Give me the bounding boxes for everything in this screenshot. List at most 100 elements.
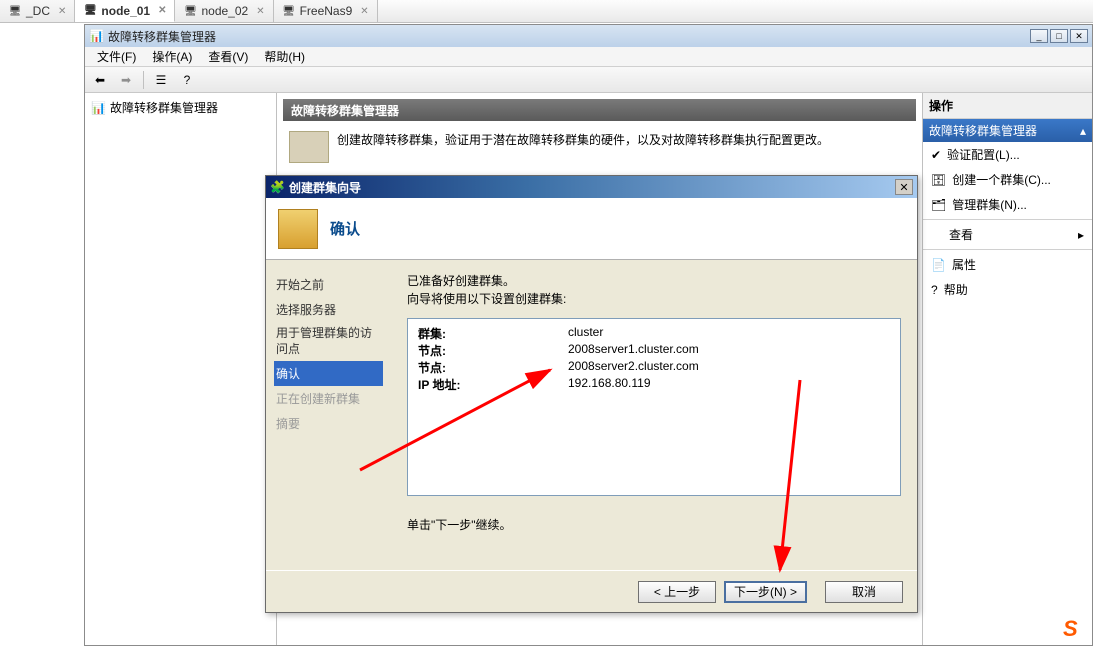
forward-button[interactable]: ➡ (115, 69, 137, 91)
settings-box[interactable]: 群集: cluster 节点: 2008server1.cluster.com … (407, 318, 901, 496)
step-select-servers[interactable]: 选择服务器 (274, 297, 383, 322)
action-label: 创建一个群集(C)... (952, 171, 1051, 188)
tab-node01[interactable]: 🖥 node_01 ✕ (75, 0, 175, 22)
wizard-close-button[interactable]: ✕ (895, 179, 913, 195)
sogou-icon: S (1063, 616, 1089, 642)
wizard-icon: 🧩 (270, 180, 285, 194)
action-validate[interactable]: ✔ 验证配置(L)... (923, 142, 1092, 167)
action-view[interactable]: 查看 ▸ (923, 222, 1092, 247)
action-manage-cluster[interactable]: 🗂 管理群集(N)... (923, 192, 1092, 217)
close-icon[interactable]: ✕ (360, 6, 368, 17)
center-header: 故障转移群集管理器 (283, 99, 916, 121)
tab-freenas9[interactable]: 🖥 FreeNas9 ✕ (274, 0, 378, 22)
cluster-icon: 🗄 (931, 173, 946, 187)
tree-root[interactable]: 📊 故障转移群集管理器 (89, 97, 272, 118)
row-node1: 节点: 2008server1.cluster.com (418, 342, 890, 359)
show-hide-button[interactable]: ☰ (150, 69, 172, 91)
vm-icon: 🖥 (183, 4, 197, 18)
row-ip: IP 地址: 192.168.80.119 (418, 376, 890, 393)
check-icon: ✔ (931, 148, 941, 162)
wizard-buttons: < 上一步 下一步(N) > 取消 (266, 570, 917, 612)
next-button[interactable]: 下一步(N) > (724, 581, 807, 603)
actions-pane: 操作 故障转移群集管理器 ▴ ✔ 验证配置(L)... 🗄 创建一个群集(C).… (922, 93, 1092, 645)
menubar: 文件(F) 操作(A) 查看(V) 帮助(H) (85, 47, 1092, 67)
separator (923, 219, 1092, 220)
chevron-up-icon[interactable]: ▴ (1080, 124, 1086, 138)
step-access-point[interactable]: 用于管理群集的访问点 (274, 322, 383, 361)
step-confirm[interactable]: 确认 (274, 361, 383, 386)
separator (143, 71, 144, 89)
intro-line1: 已准备好创建群集。 (407, 272, 901, 290)
props-icon: 📄 (931, 258, 946, 272)
vm-icon: 🖥 (282, 4, 296, 18)
close-icon[interactable]: ✕ (256, 6, 264, 17)
row-node2: 节点: 2008server2.cluster.com (418, 359, 890, 376)
minimize-button[interactable]: _ (1030, 29, 1048, 43)
menu-file[interactable]: 文件(F) (91, 46, 142, 67)
step-summary: 摘要 (274, 411, 383, 436)
menu-view[interactable]: 查看(V) (202, 46, 254, 67)
tab-label: FreeNas9 (300, 4, 353, 18)
cluster-icon: 📊 (91, 101, 106, 115)
wizard-hint: 单击"下一步"继续。 (407, 516, 901, 533)
servers-icon (289, 131, 329, 163)
action-label: 验证配置(L)... (947, 146, 1020, 163)
separator (923, 249, 1092, 250)
vm-icon: 🖥 (8, 4, 22, 18)
wizard-main: 已准备好创建群集。 向导将使用以下设置创建群集: 群集: cluster 节点:… (391, 260, 917, 570)
close-button[interactable]: ✕ (1070, 29, 1088, 43)
row-value: cluster (568, 325, 890, 342)
close-icon[interactable]: ✕ (158, 5, 166, 16)
window-title: 故障转移群集管理器 (108, 28, 216, 45)
row-key: IP 地址: (418, 376, 568, 393)
menu-help[interactable]: 帮助(H) (258, 46, 311, 67)
tab-label: node_02 (201, 4, 248, 18)
intro-line2: 向导将使用以下设置创建群集: (407, 290, 901, 308)
close-icon[interactable]: ✕ (58, 6, 66, 17)
tab-dc[interactable]: 🖥 _DC ✕ (0, 0, 75, 22)
action-label: 管理群集(N)... (952, 196, 1027, 213)
back-button[interactable]: < 上一步 (638, 581, 716, 603)
help-icon: ? (931, 283, 938, 297)
row-value: 192.168.80.119 (568, 376, 890, 393)
action-properties[interactable]: 📄 属性 (923, 252, 1092, 277)
action-label: 帮助 (944, 281, 968, 298)
wizard-header: 确认 (266, 198, 917, 260)
wizard-titlebar[interactable]: 🧩 创建群集向导 ✕ (266, 176, 917, 198)
vm-icon: 🖥 (83, 4, 97, 18)
back-button[interactable]: ⬅ (89, 69, 111, 91)
tab-label: node_01 (101, 4, 150, 18)
step-begin[interactable]: 开始之前 (274, 272, 383, 297)
row-key: 节点: (418, 359, 568, 376)
center-description: 创建故障转移群集，验证用于潜在故障转移群集的硬件，以及对故障转移群集执行配置更改… (337, 131, 829, 163)
tab-node02[interactable]: 🖥 node_02 ✕ (175, 0, 273, 22)
row-key: 群集: (418, 325, 568, 342)
action-label: 属性 (952, 256, 976, 273)
maximize-button[interactable]: □ (1050, 29, 1068, 43)
row-value: 2008server1.cluster.com (568, 342, 890, 359)
window-titlebar: 📊 故障转移群集管理器 _ □ ✕ (85, 25, 1092, 47)
menu-action[interactable]: 操作(A) (146, 46, 198, 67)
row-value: 2008server2.cluster.com (568, 359, 890, 376)
actions-subheader: 故障转移群集管理器 ▴ (923, 119, 1092, 142)
tree-pane: 📊 故障转移群集管理器 (85, 93, 277, 645)
app-icon: 📊 (89, 29, 104, 43)
step-creating: 正在创建新群集 (274, 386, 383, 411)
create-cluster-wizard: 🧩 创建群集向导 ✕ 确认 开始之前 选择服务器 用于管理群集的访问点 确认 正… (265, 175, 918, 613)
host-tabstrip: 🖥 _DC ✕ 🖥 node_01 ✕ 🖥 node_02 ✕ 🖥 FreeNa… (0, 0, 1093, 23)
wizard-intro: 已准备好创建群集。 向导将使用以下设置创建群集: (407, 272, 901, 308)
wizard-steps: 开始之前 选择服务器 用于管理群集的访问点 确认 正在创建新群集 摘要 (266, 260, 391, 570)
wizard-step-icon (278, 209, 318, 249)
row-key: 节点: (418, 342, 568, 359)
action-help[interactable]: ? 帮助 (923, 277, 1092, 302)
toolbar: ⬅ ➡ ☰ ? (85, 67, 1092, 93)
help-button[interactable]: ? (176, 69, 198, 91)
row-cluster: 群集: cluster (418, 325, 890, 342)
actions-subheader-label: 故障转移群集管理器 (929, 122, 1037, 139)
tab-label: _DC (26, 4, 50, 18)
wizard-step-title: 确认 (330, 218, 360, 239)
manage-icon: 🗂 (931, 198, 946, 212)
cancel-button[interactable]: 取消 (825, 581, 903, 603)
wizard-title: 创建群集向导 (289, 179, 361, 196)
action-create-cluster[interactable]: 🗄 创建一个群集(C)... (923, 167, 1092, 192)
